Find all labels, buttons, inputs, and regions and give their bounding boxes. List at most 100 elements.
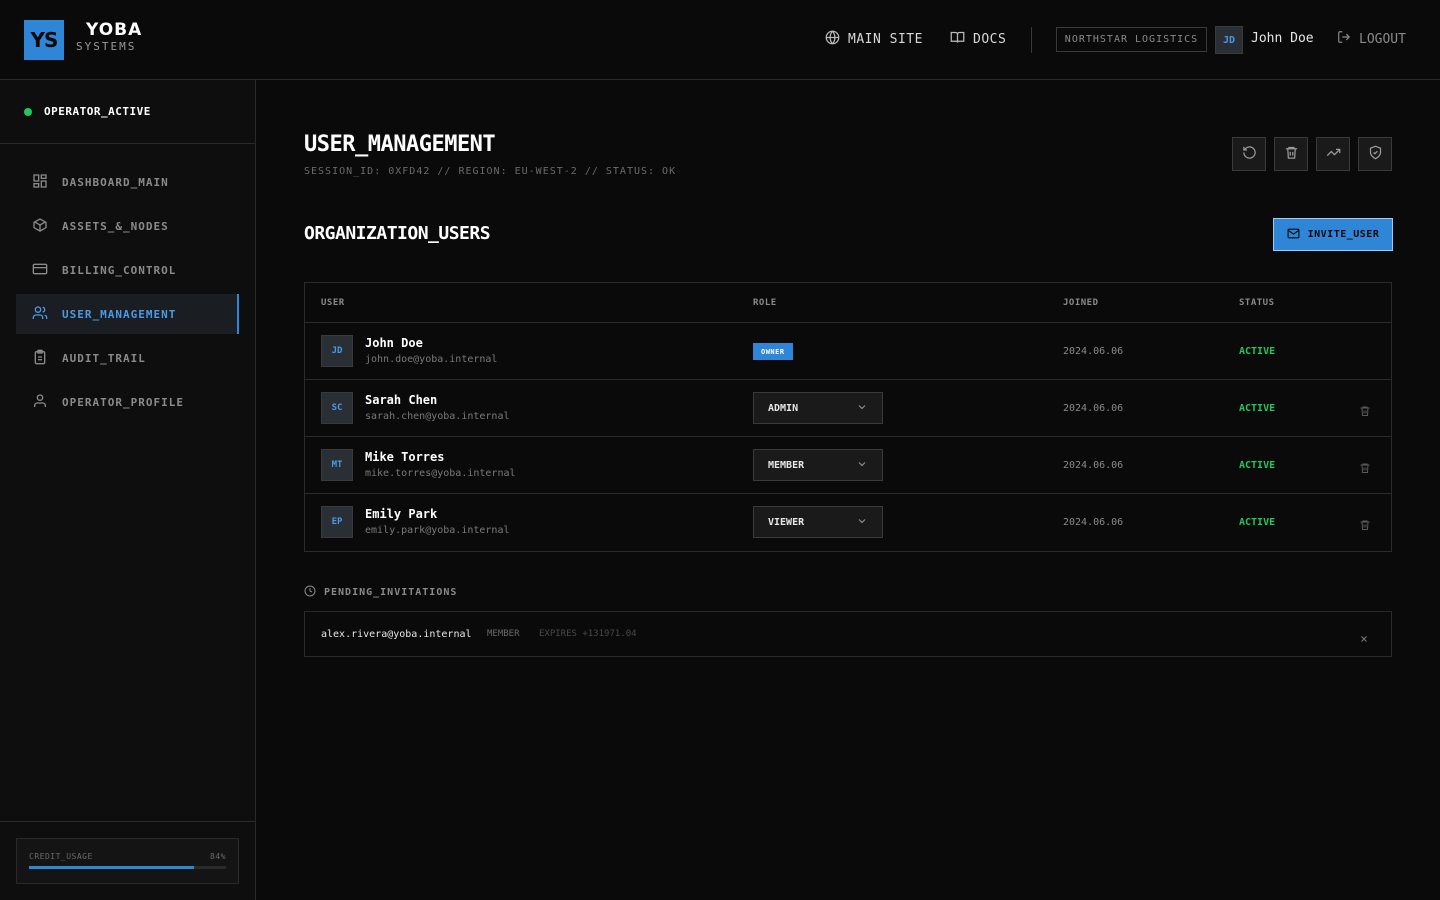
table-row: MT Mike Torres mike.torres@yoba.internal… — [305, 437, 1391, 494]
joined-date: 2024.06.06 — [1063, 517, 1124, 528]
org-badge[interactable]: NORTHSTAR LOGISTICS — [1056, 27, 1207, 52]
main-site-label: MAIN SITE — [848, 32, 923, 47]
main-site-link[interactable]: MAIN SITE — [825, 30, 923, 49]
role-select[interactable]: ADMIN — [753, 392, 883, 424]
sidebar-item-label: ASSETS_&_NODES — [62, 219, 169, 233]
joined-date: 2024.06.06 — [1063, 460, 1124, 471]
main-content: USER_MANAGEMENT SESSION_ID: 0XFD42 // RE… — [256, 80, 1440, 900]
logout-icon — [1337, 30, 1351, 48]
sidebar-item-billing[interactable]: BILLING_CONTROL — [16, 250, 239, 290]
sidebar: OPERATOR_ACTIVE DASHBOARD_MAIN ASSETS_&_… — [0, 80, 256, 900]
invite-expires: EXPIRES +131971.04 — [539, 629, 637, 639]
sidebar-item-label: DASHBOARD_MAIN — [62, 175, 169, 189]
grid-icon — [32, 173, 48, 192]
chevron-down-icon — [856, 458, 868, 473]
shield-check-icon — [1368, 145, 1383, 164]
trending-up-icon — [1326, 145, 1341, 164]
globe-icon — [825, 30, 840, 49]
sidebar-footer-divider — [0, 821, 255, 822]
joined-date: 2024.06.06 — [1063, 346, 1124, 357]
docs-label: DOCS — [973, 32, 1007, 47]
status-badge: ACTIVE — [1239, 346, 1276, 357]
invite-email: alex.rivera@yoba.internal — [321, 629, 472, 640]
user-icon — [32, 393, 48, 412]
table-row: EP Emily Park emily.park@yoba.internal V… — [305, 494, 1391, 551]
remove-user-button[interactable] — [1359, 516, 1371, 530]
role-select[interactable]: VIEWER — [753, 506, 883, 538]
sidebar-item-label: OPERATOR_PROFILE — [62, 395, 184, 409]
invite-user-label: INVITE_USER — [1307, 229, 1380, 240]
sidebar-item-profile[interactable]: OPERATOR_PROFILE — [16, 382, 239, 422]
close-icon — [1359, 629, 1369, 648]
logo-mark: YS — [24, 20, 64, 60]
user-email: john.doe@yoba.internal — [365, 354, 498, 365]
cancel-invite-button[interactable] — [1359, 629, 1369, 642]
analytics-button[interactable] — [1316, 137, 1350, 171]
logo-text: YOBA SYSTEMS — [76, 22, 142, 53]
role-select-value: ADMIN — [768, 402, 799, 414]
cube-icon — [32, 217, 48, 236]
pending-title-label: PENDING_INVITATIONS — [324, 587, 458, 598]
remove-user-button[interactable] — [1359, 459, 1371, 473]
joined-date: 2024.06.06 — [1063, 403, 1124, 414]
docs-link[interactable]: DOCS — [950, 30, 1006, 49]
sidebar-item-audit[interactable]: AUDIT_TRAIL — [16, 338, 239, 378]
user-name: Emily Park — [365, 507, 438, 521]
credit-usage-row: CREDIT_USAGE 84% — [29, 852, 226, 861]
header-role: ROLE — [753, 298, 777, 308]
status-badge: ACTIVE — [1239, 403, 1276, 414]
refresh-icon — [1242, 145, 1257, 164]
credit-usage-bar — [29, 866, 226, 869]
clock-icon — [304, 585, 316, 600]
credit-usage-value: 84% — [210, 852, 226, 861]
sidebar-item-dashboard[interactable]: DASHBOARD_MAIN — [16, 162, 239, 202]
role-select[interactable]: MEMBER — [753, 449, 883, 481]
avatar: EP — [321, 506, 353, 538]
mail-icon — [1287, 227, 1300, 243]
header-user-name[interactable]: John Doe — [1251, 31, 1314, 46]
trash-icon — [1284, 145, 1299, 164]
trash-icon — [1359, 402, 1371, 421]
operator-status-label: OPERATOR_ACTIVE — [44, 105, 151, 118]
sidebar-item-users[interactable]: USER_MANAGEMENT — [16, 294, 239, 334]
sidebar-item-label: USER_MANAGEMENT — [62, 307, 177, 321]
remove-user-button[interactable] — [1359, 402, 1371, 416]
header-joined: JOINED — [1063, 298, 1099, 308]
credit-usage-label: CREDIT_USAGE — [29, 852, 93, 861]
top-header: YS YOBA SYSTEMS MAIN SITE DOCS NORTHSTAR… — [0, 0, 1440, 80]
book-icon — [950, 30, 965, 49]
role-select-value: VIEWER — [768, 516, 805, 528]
user-name: Mike Torres — [365, 450, 445, 464]
page-title: USER_MANAGEMENT — [304, 132, 496, 157]
brand-sub: SYSTEMS — [76, 40, 137, 53]
logout-button[interactable]: LOGOUT — [1337, 30, 1406, 48]
credit-usage-panel: CREDIT_USAGE 84% — [16, 838, 239, 884]
role-select-value: MEMBER — [768, 459, 805, 471]
sidebar-item-label: BILLING_CONTROL — [62, 263, 177, 277]
delete-button[interactable] — [1274, 137, 1308, 171]
invite-user-button[interactable]: INVITE_USER — [1273, 218, 1393, 251]
pending-invitations-title: PENDING_INVITATIONS — [304, 585, 457, 600]
users-icon — [32, 305, 48, 324]
avatar[interactable]: JD — [1215, 26, 1243, 54]
user-email: sarah.chen@yoba.internal — [365, 411, 510, 422]
user-name: Sarah Chen — [365, 393, 438, 407]
trash-icon — [1359, 516, 1371, 535]
credit-usage-fill — [29, 866, 195, 869]
security-button[interactable] — [1358, 137, 1392, 171]
logout-label: LOGOUT — [1359, 31, 1406, 47]
header-divider — [1031, 27, 1032, 53]
chevron-down-icon — [856, 401, 868, 416]
toolbar — [1232, 137, 1392, 171]
session-info: SESSION_ID: 0XFD42 // REGION: EU-WEST-2 … — [304, 166, 677, 177]
avatar: MT — [321, 449, 353, 481]
section-title: ORGANIZATION_USERS — [304, 223, 491, 244]
status-badge: ACTIVE — [1239, 460, 1276, 471]
user-email: emily.park@yoba.internal — [365, 525, 510, 536]
operator-status: OPERATOR_ACTIVE — [0, 80, 255, 144]
sidebar-item-assets[interactable]: ASSETS_&_NODES — [16, 206, 239, 246]
user-email: mike.torres@yoba.internal — [365, 468, 516, 479]
clipboard-icon — [32, 349, 48, 368]
list-item: alex.rivera@yoba.internal MEMBER EXPIRES… — [304, 611, 1392, 657]
refresh-button[interactable] — [1232, 137, 1266, 171]
